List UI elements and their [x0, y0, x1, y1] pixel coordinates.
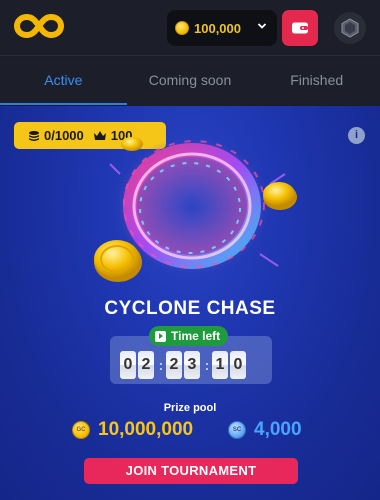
timer-digit: 2	[138, 351, 154, 379]
timer-digit: 0	[230, 351, 246, 379]
wallet-button[interactable]	[282, 10, 318, 46]
prize-gold-amount: 10,000,000	[98, 419, 194, 440]
timer-separator: :	[158, 357, 164, 373]
tab-finished[interactable]: Finished	[253, 57, 380, 105]
play-icon	[155, 330, 166, 342]
tournament-tabs: Active Coming soon Finished	[0, 57, 380, 105]
tab-active[interactable]: Active	[0, 57, 127, 105]
gold-coin-icon: GC	[72, 421, 90, 439]
balance-dropdown[interactable]: 100,000	[167, 10, 277, 46]
blue-coin-icon: SC	[228, 421, 246, 439]
countdown-timer: 0 2 : 2 3 : 1 0	[120, 350, 248, 380]
players-count: 0/1000	[44, 128, 84, 143]
user-avatar[interactable]	[334, 12, 366, 44]
gold-coin-right	[263, 182, 297, 210]
tournament-card: 0/1000 100 i CYCLONE CHASE Time left 0 2…	[0, 106, 380, 500]
tournament-title: CYCLONE CHASE	[104, 298, 276, 319]
wallet-icon	[292, 22, 308, 34]
timer-digit: 1	[212, 351, 228, 379]
avatar-icon	[341, 18, 359, 38]
coin-stack-icon	[29, 130, 39, 141]
timer-separator: :	[204, 357, 210, 373]
time-left-label: Time left	[171, 329, 221, 343]
chevron-down-icon	[257, 23, 267, 29]
cyclone-ring-artwork	[94, 136, 297, 282]
prize-gold: GC 10,000,000	[72, 419, 193, 441]
timer-digit: 2	[166, 351, 182, 379]
prize-blue: SC 4,000	[228, 419, 302, 441]
join-tournament-button[interactable]: JOIN TOURNAMENT	[84, 458, 298, 484]
time-left-badge: Time left	[149, 326, 229, 346]
balance-value: 100,000	[194, 20, 241, 36]
tab-coming-soon[interactable]: Coming soon	[127, 57, 254, 105]
prize-blue-amount: 4,000	[254, 419, 302, 440]
prize-pool-label: Prize pool	[163, 402, 217, 414]
top-bar: 100,000	[0, 0, 380, 56]
timer-digit: 3	[184, 351, 200, 379]
timer-digit: 0	[120, 351, 136, 379]
infinity-logo-icon[interactable]	[14, 13, 64, 39]
info-icon[interactable]: i	[348, 127, 365, 144]
gold-coin-icon	[175, 21, 189, 35]
gold-coin-top	[121, 137, 143, 151]
